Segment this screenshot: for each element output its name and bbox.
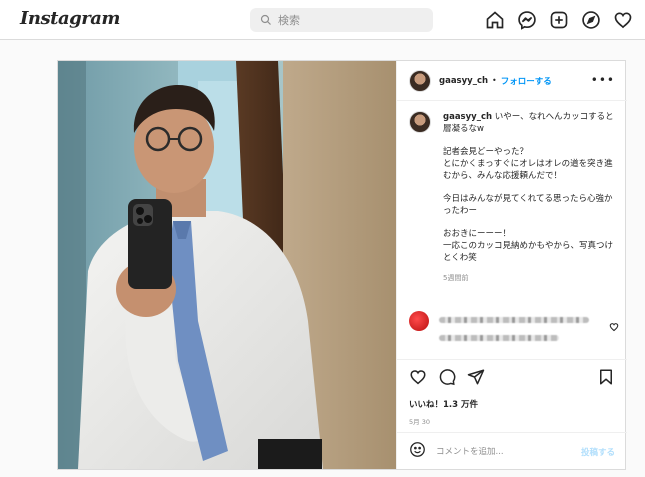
caption-paragraph: 今日はみんなが見てくれてる思ったら心強かったわー [443,194,613,216]
post-actions: いいね！1.3 万件 5月 30 投稿する [397,359,627,469]
caption-text: gaasyy_ch いやー、なれへんカッコすると層凝るなw 記者会見どーやった？… [443,111,619,264]
emoji-icon[interactable] [409,441,426,462]
search-icon [260,11,272,30]
caption: gaasyy_ch いやー、なれへんカッコすると層凝るなw 記者会見どーやった？… [409,111,619,283]
follow-button[interactable]: フォローする [501,75,552,87]
action-icons [409,368,485,386]
caption-avatar[interactable] [409,111,431,133]
post-card: gaasyy_ch • フォローする ••• gaasyy_ch いやー、なれへ… [57,60,627,470]
blurred-text [439,335,559,341]
home-icon[interactable] [485,10,505,30]
caption-time[interactable]: 5週間前 [443,273,619,283]
top-nav: Instagram [0,0,645,40]
author-username[interactable]: gaasyy_ch [439,76,488,86]
author-avatar[interactable] [409,69,431,92]
activity-heart-icon[interactable] [613,10,633,30]
caption-paragraph: おおきにーーー！ 一応このカッコ見納めかもやから、写真つけとくわ笑 [443,229,614,263]
nav-icons [485,10,633,30]
post-sidebar: gaasyy_ch • フォローする ••• gaasyy_ch いやー、なれへ… [396,61,627,469]
blurred-comment [409,307,619,347]
post-header: gaasyy_ch • フォローする ••• [397,61,627,101]
new-post-icon[interactable] [549,10,569,30]
explore-icon[interactable] [581,10,601,30]
instagram-logo[interactable]: Instagram [20,8,120,29]
comment-like-icon[interactable] [609,317,619,332]
post-comment-button[interactable]: 投稿する [581,446,615,458]
caption-username[interactable]: gaasyy_ch [443,112,492,122]
comment-bubble-icon[interactable] [438,368,456,386]
commenter-avatar[interactable] [409,311,429,331]
separator-dot: • [492,76,497,85]
share-plane-icon[interactable] [467,368,485,386]
like-heart-icon[interactable] [409,368,427,386]
more-options-icon[interactable]: ••• [591,73,615,87]
add-comment-bar: 投稿する [397,432,627,470]
bookmark-icon[interactable] [597,368,615,386]
like-count[interactable]: いいね！1.3 万件 [409,398,478,410]
post-photo[interactable] [58,61,396,469]
search-input[interactable] [278,13,418,27]
caption-paragraph: 記者会見どーやった？ とにかくまっすぐにオレはオレの道を突き進むから、みんな応援… [443,147,613,181]
post-date[interactable]: 5月 30 [409,416,430,426]
blurred-text [439,317,589,323]
search-box[interactable] [250,8,433,32]
comment-input[interactable] [436,446,566,457]
messenger-icon[interactable] [517,10,537,30]
